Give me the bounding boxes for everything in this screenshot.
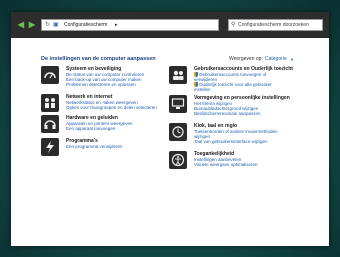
- accessibility-icon[interactable]: [169, 151, 187, 169]
- link-uninstall-program[interactable]: Een programma verwijderen: [66, 144, 123, 149]
- headphones-icon[interactable]: [41, 115, 59, 133]
- forward-arrow-icon[interactable]: ▶: [27, 20, 37, 30]
- toolbar: ◀ ▶ ↻ ▣ Configuratiescherm ▸ ⚲ Configura…: [11, 12, 329, 38]
- search-placeholder: Configuratiescherm doorzoeken: [238, 22, 309, 28]
- back-arrow-icon[interactable]: ◀: [16, 20, 26, 30]
- link-troubleshoot[interactable]: Problemen detecteren en oplossen: [66, 82, 136, 87]
- appearance-icon[interactable]: [169, 95, 187, 113]
- programs-icon[interactable]: [41, 138, 59, 156]
- view-by-label: Weergeven op:: [229, 56, 263, 62]
- users-icon[interactable]: [169, 66, 187, 84]
- link-add-device[interactable]: Een apparaat toevoegen: [66, 126, 115, 131]
- search-icon: ⚲: [231, 22, 236, 28]
- gauge-icon[interactable]: [41, 66, 59, 84]
- chevron-down-icon[interactable]: ▼: [290, 56, 294, 63]
- chevron-right-icon[interactable]: ▸: [115, 21, 118, 29]
- address-bar[interactable]: ↻ ▣ Configuratiescherm ▸: [41, 19, 219, 31]
- search-field[interactable]: ⚲ Configuratiescherm doorzoeken: [228, 19, 323, 31]
- control-panel-icon: ▣: [53, 22, 59, 28]
- link-optimize-display[interactable]: Visuele weergave optimaliseren: [194, 162, 257, 167]
- page-title: De instellingen van de computer aanpasse…: [41, 56, 156, 62]
- link-display-language[interactable]: Taal van gebruikersinterface wijzigen: [194, 139, 268, 144]
- link-screen-resolution[interactable]: Beeldschermresolutie aanpassen: [194, 111, 261, 116]
- view-by-dropdown[interactable]: Categorie: [265, 56, 287, 63]
- network-icon[interactable]: [41, 94, 59, 112]
- clock-globe-icon[interactable]: [169, 123, 187, 141]
- refresh-icon[interactable]: ↻: [45, 21, 50, 29]
- control-panel-window: ◀ ▶ ↻ ▣ Configuratiescherm ▸ ⚲ Configura…: [11, 12, 329, 246]
- link-parental-controls-cont[interactable]: instellen: [194, 87, 211, 92]
- link-homegroup[interactable]: Opties voor thuisgroepen en delen select…: [66, 105, 157, 110]
- breadcrumb-control-panel[interactable]: Configuratiescherm: [64, 21, 107, 29]
